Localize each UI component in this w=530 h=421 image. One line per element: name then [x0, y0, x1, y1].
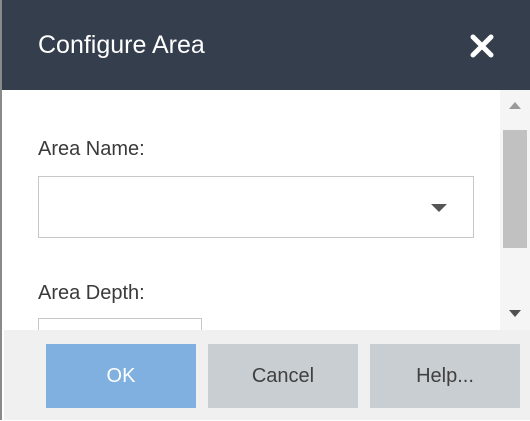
area-depth-label: Area Depth:	[38, 282, 145, 304]
close-icon[interactable]	[468, 32, 496, 60]
chevron-down-icon	[431, 204, 447, 212]
area-depth-input[interactable]	[38, 318, 202, 330]
scroll-down-arrow-icon[interactable]	[509, 310, 521, 317]
area-name-label: Area Name:	[38, 138, 145, 160]
area-name-select[interactable]	[38, 176, 474, 238]
help-button[interactable]: Help...	[370, 344, 520, 408]
dialog-titlebar: Configure Area	[2, 0, 530, 90]
content-scrollbar[interactable]	[500, 90, 530, 330]
scroll-thumb[interactable]	[503, 130, 527, 248]
configure-area-dialog: Configure Area Area Name: Area Depth: OK…	[0, 0, 530, 420]
ok-button[interactable]: OK	[46, 344, 196, 408]
dialog-title: Configure Area	[38, 31, 205, 59]
dialog-content: Area Name: Area Depth:	[4, 90, 500, 330]
dialog-footer: OK Cancel Help...	[4, 330, 530, 420]
scroll-up-arrow-icon[interactable]	[509, 102, 521, 109]
cancel-button[interactable]: Cancel	[208, 344, 358, 408]
